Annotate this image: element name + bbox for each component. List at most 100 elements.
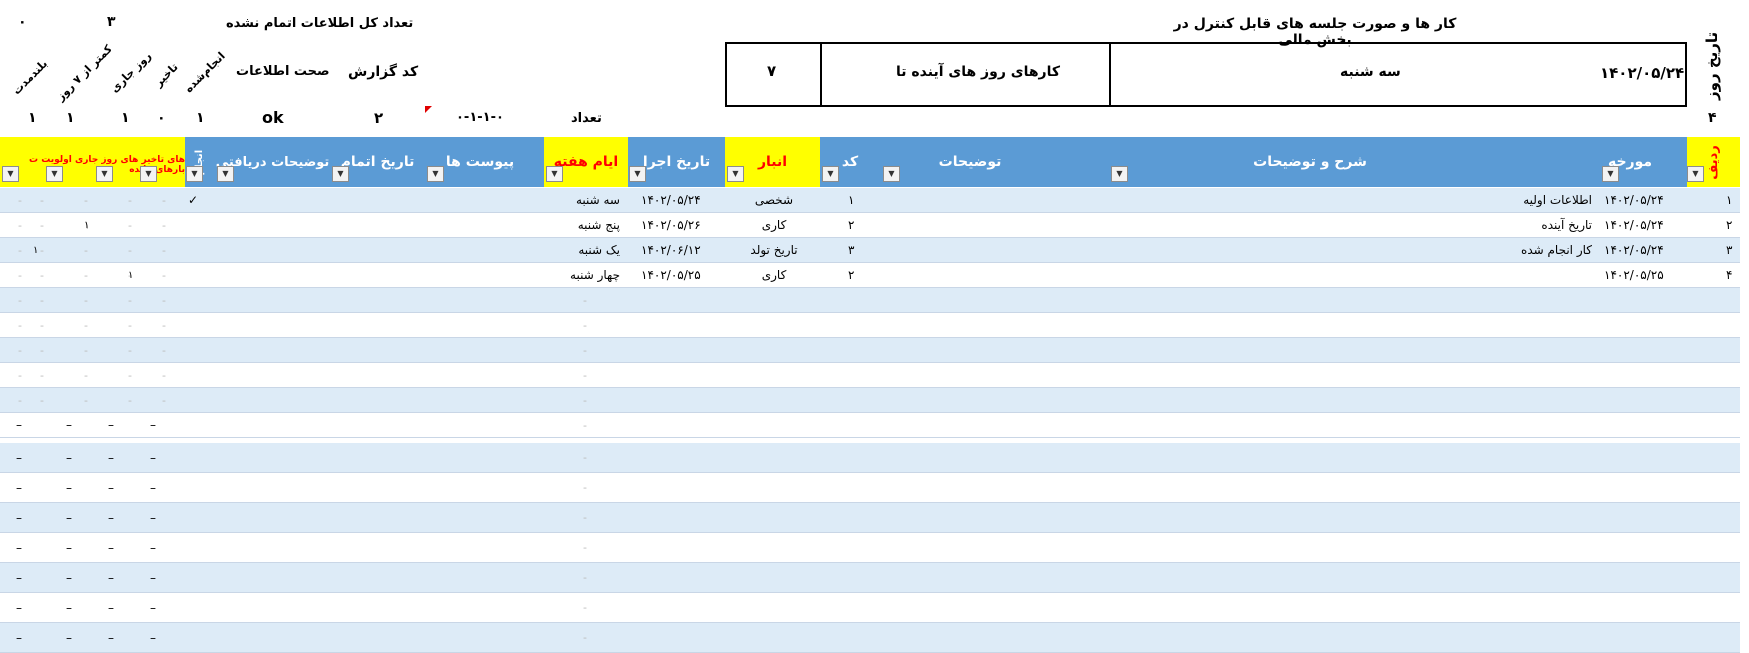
row-exec-date[interactable]: ۱۴۰۲/۰۵/۲۵	[641, 263, 701, 288]
row-stat-cell: –	[16, 571, 22, 585]
row-count-value: ۴	[1708, 110, 1717, 126]
row-stat-cell: -	[162, 269, 166, 282]
row-stat-cell: -	[40, 269, 44, 282]
comment-marker[interactable]	[425, 106, 432, 113]
filter-dropdown-weekday[interactable]: ▼	[546, 166, 563, 182]
row-stat-cell: -	[84, 319, 88, 332]
table-row[interactable]: ------	[0, 313, 1740, 338]
row-stat-cell: –	[66, 541, 72, 555]
row-date[interactable]: ۱۴۰۲/۰۵/۲۴	[1604, 238, 1664, 263]
table-row[interactable]: ------	[0, 363, 1740, 388]
row-stat-cell: -	[128, 394, 132, 407]
row-description[interactable]: تاریخ آینده	[1541, 213, 1592, 238]
row-stat-cell: –	[108, 631, 114, 645]
row-weekday-dash: -	[583, 541, 587, 554]
filter-dropdown-date[interactable]: ▼	[1602, 166, 1619, 182]
row-stat-cell: –	[108, 571, 114, 585]
row-date[interactable]: ۱۴۰۲/۰۵/۲۵	[1604, 263, 1664, 288]
row-weekday-dash: -	[583, 344, 587, 357]
filter-dropdown-notes[interactable]: ▼	[883, 166, 900, 182]
data-integrity-label: صحت اطلاعات	[236, 64, 330, 79]
row-code[interactable]: ۳	[848, 238, 854, 263]
row-stat-cell: -	[18, 219, 22, 232]
col-header-desc-title: شرح و توضیحات	[1253, 154, 1367, 170]
filter-dropdown-finish-date[interactable]: ▼	[332, 166, 349, 182]
filter-dropdown-code[interactable]: ▼	[822, 166, 839, 182]
row-stat-cell: –	[16, 451, 22, 465]
row-weekday[interactable]: چهار شنبه	[550, 263, 620, 288]
row-stat-cell: –	[108, 511, 114, 525]
row-date[interactable]: ۱۴۰۲/۰۵/۲۴	[1604, 188, 1664, 213]
row-code[interactable]: ۲	[848, 263, 854, 288]
row-flag: ۱	[84, 220, 90, 231]
filter-dropdown-received-notes[interactable]: ▼	[217, 166, 234, 182]
filter-dropdown-warehouse[interactable]: ▼	[727, 166, 744, 182]
table-row[interactable]: - – – – –	[0, 593, 1740, 623]
row-weekday-dash: -	[583, 601, 587, 614]
table-row[interactable]: ۴ ۱۴۰۲/۰۵/۲۵ ۲ کاری ۱۴۰۲/۰۵/۲۵ چهار شنبه - - - - ۱…	[0, 263, 1740, 288]
row-stat-cell: –	[150, 481, 156, 495]
upcoming-value[interactable]: ۷	[767, 62, 776, 80]
row-weekday[interactable]: سه شنبه	[550, 188, 620, 213]
row-exec-date[interactable]: ۱۴۰۲/۰۶/۱۲	[641, 238, 701, 263]
done-check-icon[interactable]: ✓	[188, 188, 198, 213]
filter-dropdown-stat4[interactable]: ▼	[2, 166, 19, 182]
filter-dropdown-exec-date[interactable]: ▼	[629, 166, 646, 182]
filter-dropdown-row[interactable]: ▼	[1687, 166, 1704, 182]
row-stat-cell: -	[162, 244, 166, 257]
filter-dropdown-stat1[interactable]: ▼	[140, 166, 157, 182]
row-warehouse[interactable]: تاریخ تولد	[735, 238, 813, 263]
table-row[interactable]: ۱ ۱۴۰۲/۰۵/۲۴ اطلاعات اولیه ۱ شخصی ۱۴۰۲/۰۵/۲۴ س…	[0, 188, 1740, 213]
row-stat-cell: -	[128, 194, 132, 207]
row-stat-cell: -	[18, 244, 22, 257]
row-stat-cell: -	[40, 319, 44, 332]
table-row[interactable]: ------	[0, 288, 1740, 313]
table-row[interactable]: - – – – –	[0, 563, 1740, 593]
table-row[interactable]: - – – – –	[0, 413, 1740, 438]
row-stat-cell: -	[162, 219, 166, 232]
row-warehouse[interactable]: کاری	[735, 263, 813, 288]
row-number: ۲	[1726, 218, 1733, 232]
row-code[interactable]: ۱	[848, 188, 854, 213]
stat-value-lt7: ۱	[66, 110, 75, 126]
row-stat-cell: –	[108, 601, 114, 615]
row-stat-cell: –	[108, 481, 114, 495]
row-stat-cell: –	[16, 631, 22, 645]
table-row[interactable]: - – – – –	[0, 443, 1740, 473]
row-stat-cell: -	[162, 319, 166, 332]
table-row[interactable]: ۲ ۱۴۰۲/۰۵/۲۴ تاریخ آینده ۲ کاری ۱۴۰۲/۰۵/۲۶ پنج…	[0, 213, 1740, 238]
date-value: ۱۴۰۲/۰۵/۲۴	[1600, 64, 1685, 82]
filter-dropdown-stat2[interactable]: ▼	[96, 166, 113, 182]
table-row[interactable]: ------	[0, 388, 1740, 413]
table-row[interactable]: - – – – –	[0, 623, 1740, 653]
row-date[interactable]: ۱۴۰۲/۰۵/۲۴	[1604, 213, 1664, 238]
row-warehouse[interactable]: کاری	[735, 213, 813, 238]
row-description[interactable]: اطلاعات اولیه	[1523, 188, 1592, 213]
row-code[interactable]: ۲	[848, 213, 854, 238]
row-weekday[interactable]: پنج شنبه	[550, 213, 620, 238]
row-stat-cell: –	[150, 511, 156, 525]
table-row[interactable]: - – – – –	[0, 533, 1740, 563]
row-warehouse[interactable]: شخصی	[735, 188, 813, 213]
row-weekday[interactable]: یک شنبه	[550, 238, 620, 263]
stat-label-lt7: کمتر از ۷ روز	[54, 42, 115, 104]
row-description[interactable]: کار انجام شده	[1521, 238, 1592, 263]
stat-value-today: ۱	[121, 110, 130, 126]
row-stat-cell: –	[66, 451, 72, 465]
row-exec-date[interactable]: ۱۴۰۲/۰۵/۲۶	[641, 213, 701, 238]
table-row[interactable]: - – – – –	[0, 503, 1740, 533]
filter-dropdown-attachments[interactable]: ▼	[427, 166, 444, 182]
table-row[interactable]: ------	[0, 338, 1740, 363]
row-exec-date[interactable]: ۱۴۰۲/۰۵/۲۴	[641, 188, 701, 213]
row-stat-cell: –	[150, 541, 156, 555]
table-row[interactable]: ۳ ۱۴۰۲/۰۵/۲۴ کار انجام شده ۳ تاریخ تولد ۱۴۰۲/…	[0, 238, 1740, 263]
filter-dropdown-desc[interactable]: ▼	[1111, 166, 1128, 182]
stat-label-long: بلندمدت	[10, 57, 51, 98]
row-stat-cell: –	[150, 418, 156, 432]
table-row[interactable]: - – – – –	[0, 473, 1740, 503]
row-stat-cell: –	[66, 511, 72, 525]
row-stat-cell: –	[16, 511, 22, 525]
report-code-label: کد گزارش	[348, 64, 419, 80]
filter-dropdown-done[interactable]: ▼	[186, 166, 203, 182]
filter-dropdown-stat3[interactable]: ▼	[46, 166, 63, 182]
